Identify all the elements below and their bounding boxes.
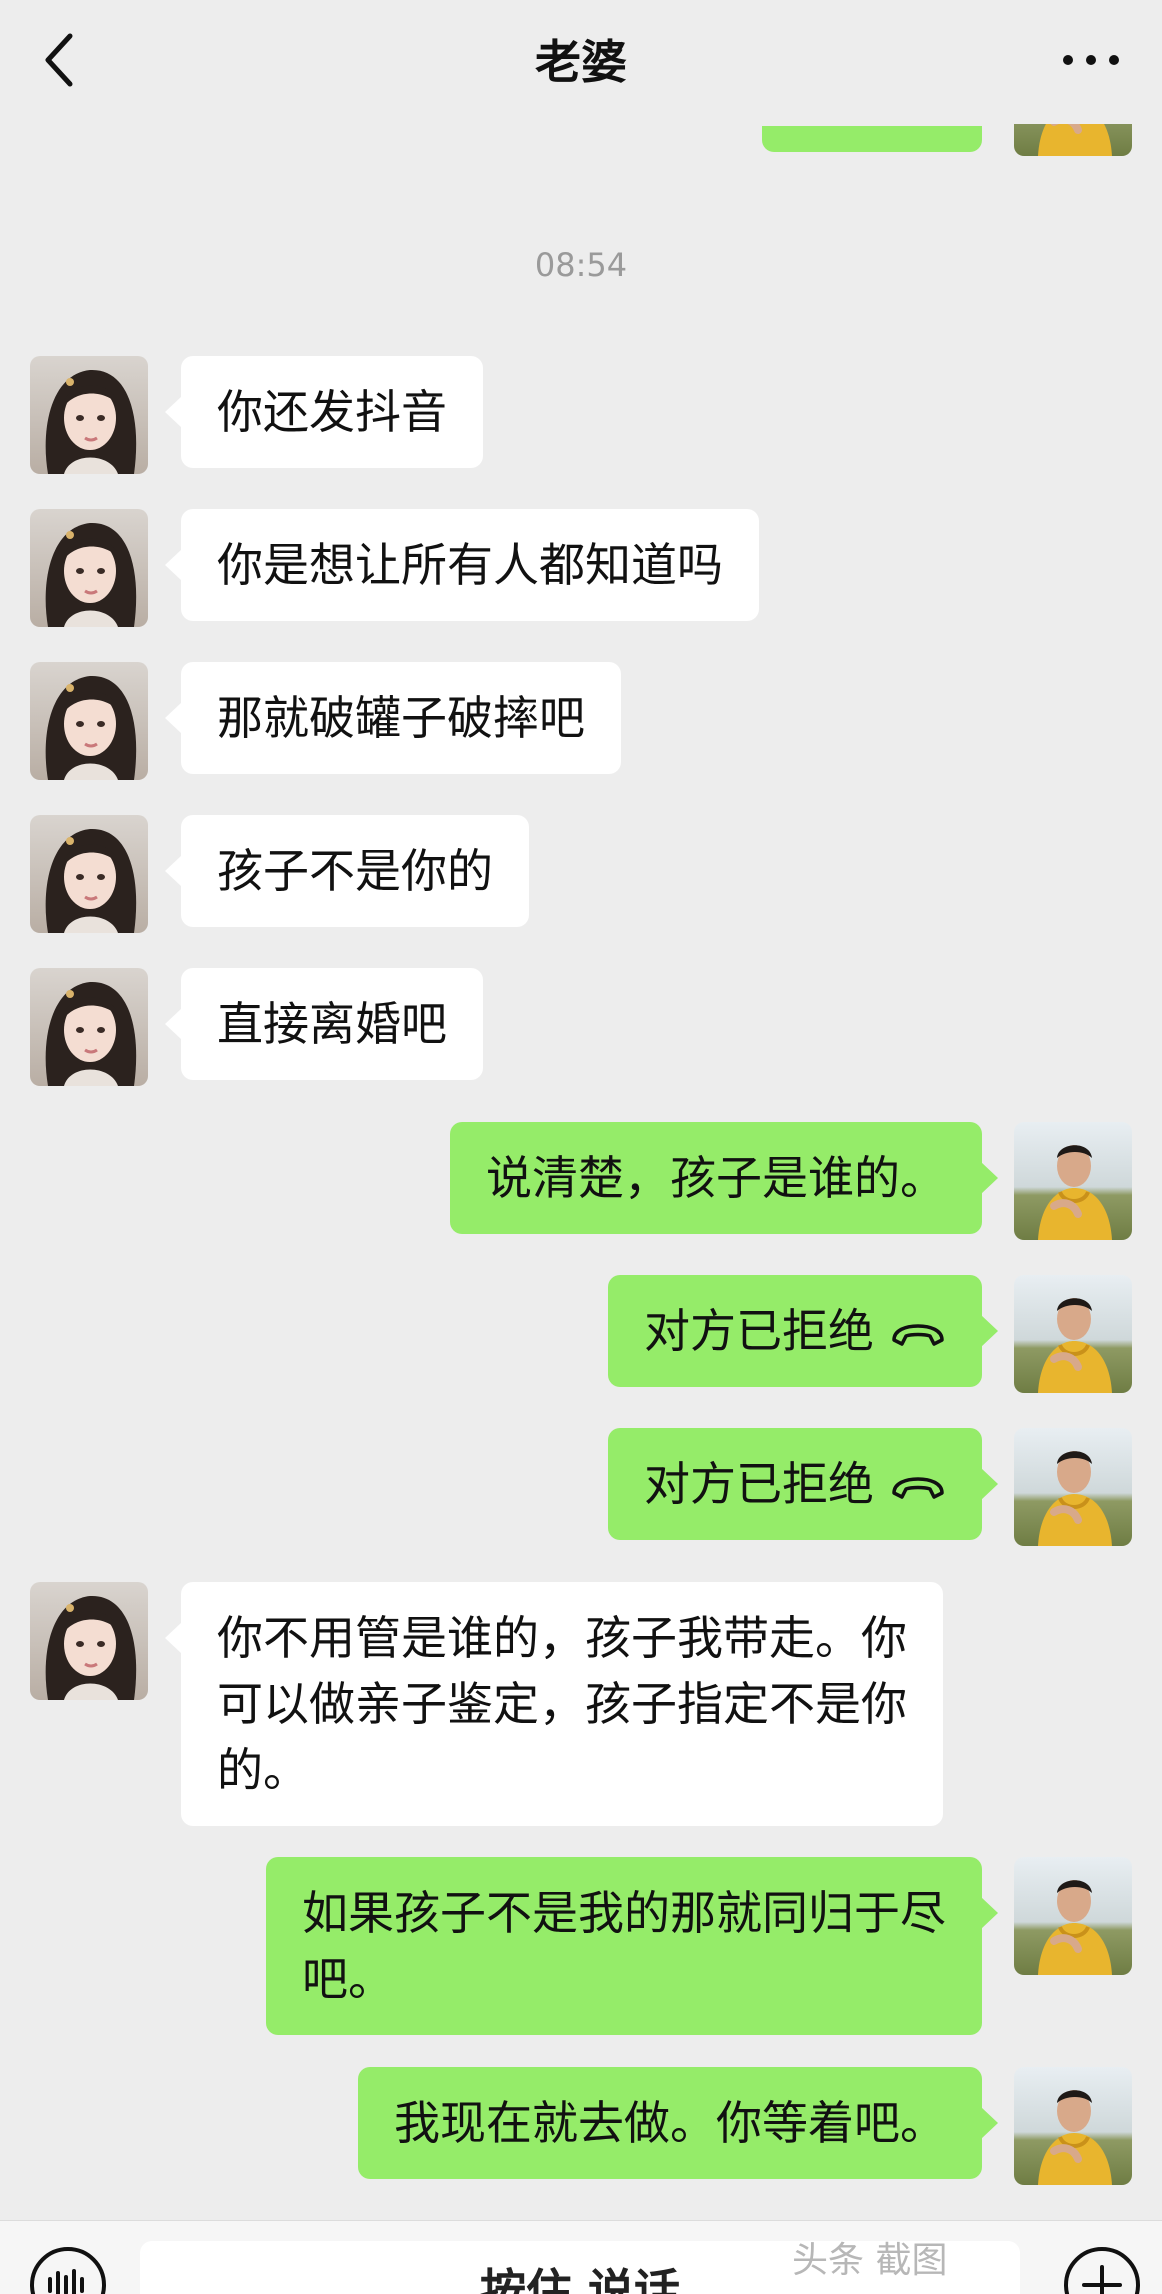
avatar[interactable] — [1014, 2067, 1132, 2185]
message-bubble[interactable]: 孩子不是你的 — [165, 815, 529, 927]
voice-input-icon[interactable] — [28, 2245, 108, 2294]
avatar[interactable] — [1014, 1428, 1132, 1546]
chat-title: 老婆 — [535, 35, 627, 89]
avatar[interactable] — [30, 509, 148, 627]
chat-header: 老婆 — [0, 0, 1162, 124]
call-record-bubble[interactable]: 对方已拒绝 — [608, 1275, 998, 1387]
declined-call-icon — [892, 1323, 944, 1346]
message-bubble[interactable]: 我现在就去做。你等着吧。 — [358, 2067, 998, 2179]
message-bubble[interactable]: 你还发抖音 — [165, 356, 483, 468]
message-bubble[interactable]: 你不用管是谁的，孩子我带走。你 可以做亲子鉴定，孩子指定不是你 的。 — [165, 1582, 943, 1826]
watermark: 头条 截图 — [792, 2240, 948, 2281]
avatar[interactable] — [30, 356, 148, 474]
call-status-text: 对方已拒绝 — [644, 1304, 874, 1358]
previous-message-bubble[interactable] — [762, 126, 982, 152]
avatar[interactable] — [1014, 1857, 1132, 1975]
message-bubble[interactable]: 你是想让所有人都知道吗 — [165, 509, 759, 621]
input-bar: 按住 说话 头条 截图 — [0, 2220, 1162, 2294]
message-bubble[interactable]: 直接离婚吧 — [165, 968, 483, 1080]
message-bubble[interactable]: 那就破罐子破摔吧 — [165, 662, 621, 774]
avatar[interactable] — [30, 968, 148, 1086]
message-timestamp: 08:54 — [534, 246, 628, 284]
call-status-text: 对方已拒绝 — [644, 1457, 874, 1511]
more-options-icon[interactable] — [1060, 48, 1122, 72]
declined-call-icon — [892, 1476, 944, 1499]
avatar[interactable] — [1014, 124, 1132, 156]
avatar[interactable] — [30, 1582, 148, 1700]
message-bubble[interactable]: 如果孩子不是我的那就同归于尽 吧。 — [266, 1857, 998, 2035]
avatar[interactable] — [1014, 1275, 1132, 1393]
plus-icon[interactable] — [1062, 2245, 1142, 2294]
call-record-bubble[interactable]: 对方已拒绝 — [608, 1428, 998, 1540]
avatar[interactable] — [30, 662, 148, 780]
chat-area[interactable]: 08:54 你还发抖音 你是想让所有人都知道吗 那就破罐子破摔吧 孩子不是你的 … — [0, 0, 1162, 2220]
avatar[interactable] — [30, 815, 148, 933]
message-bubble[interactable]: 说清楚，孩子是谁的。 — [450, 1122, 998, 1234]
avatar[interactable] — [1014, 1122, 1132, 1240]
